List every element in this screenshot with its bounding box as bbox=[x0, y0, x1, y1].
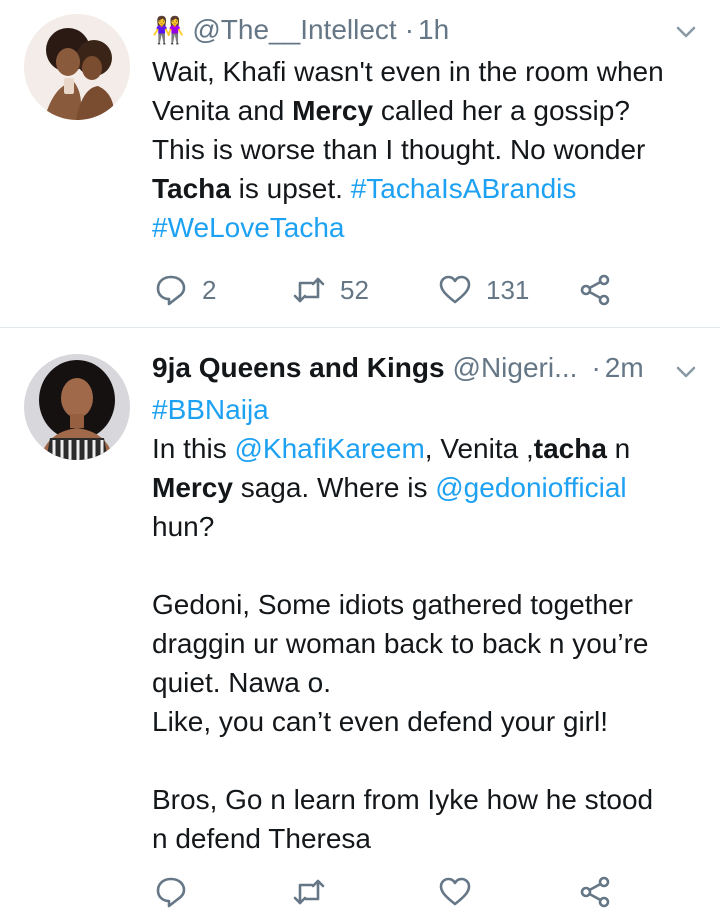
retweet-count: 52 bbox=[340, 274, 369, 305]
like-button[interactable] bbox=[438, 872, 472, 912]
tweet-text-segment: In this bbox=[152, 433, 227, 464]
avatar[interactable] bbox=[24, 14, 130, 120]
reply-icon bbox=[156, 877, 186, 908]
reply-button[interactable]: 2 bbox=[154, 270, 216, 310]
hashtag-link[interactable]: #WeLoveTacha bbox=[152, 212, 345, 243]
separator-dot: · bbox=[404, 14, 415, 45]
reply-button[interactable] bbox=[154, 872, 188, 912]
user-handle[interactable]: @Nigeri... bbox=[453, 352, 578, 384]
mention-link[interactable]: @KhafiKareem bbox=[234, 433, 424, 464]
bold-text: Mercy bbox=[292, 95, 374, 126]
tweet-header: 👭 @The__Intellect · 1h bbox=[152, 10, 700, 50]
heart-icon bbox=[439, 275, 471, 304]
chevron-down-icon[interactable] bbox=[672, 358, 700, 386]
like-button[interactable]: 131 bbox=[438, 270, 529, 310]
avatar-image bbox=[24, 14, 130, 120]
hashtag-link[interactable]: #BBNaija bbox=[152, 394, 269, 425]
mention-link[interactable]: @gedoniofficial bbox=[435, 472, 626, 503]
tweet-text-segment: hun? Gedoni, Some idiots gathered togeth… bbox=[152, 511, 654, 854]
people-emoji-icon: 👭 bbox=[152, 14, 185, 45]
reply-icon bbox=[156, 275, 186, 306]
bold-text: Tacha bbox=[152, 173, 231, 204]
tweet-actions: 2 52 131 bbox=[152, 270, 700, 310]
share-button[interactable] bbox=[578, 270, 612, 310]
bold-text: tacha bbox=[533, 433, 607, 464]
separator-dot: · bbox=[591, 352, 601, 383]
share-icon bbox=[580, 876, 610, 908]
tweet-header: 9ja Queens and Kings @Nigeri... · 2m bbox=[152, 348, 700, 388]
display-name[interactable]: 9ja Queens and Kings bbox=[152, 352, 445, 384]
retweet-icon bbox=[293, 879, 325, 905]
user-handle[interactable]: @The__Intellect bbox=[192, 14, 396, 46]
retweet-button[interactable]: 52 bbox=[292, 270, 369, 310]
avatar-image bbox=[24, 354, 130, 460]
timestamp[interactable]: 2m bbox=[605, 352, 644, 384]
hashtag-link[interactable]: #TachaIsABrandis bbox=[351, 173, 577, 204]
chevron-down-icon[interactable] bbox=[672, 18, 700, 46]
retweet-icon bbox=[293, 277, 325, 303]
tweet-text-segment: n bbox=[614, 433, 631, 464]
share-icon bbox=[580, 274, 610, 306]
reply-count: 2 bbox=[202, 274, 217, 305]
tweet-text-segment: is upset. bbox=[230, 173, 351, 204]
timestamp[interactable]: 1h bbox=[418, 14, 449, 46]
heart-icon bbox=[439, 877, 471, 906]
tweet-text: Wait, Khafi wasn't even in the room when… bbox=[152, 52, 700, 247]
like-count: 131 bbox=[486, 274, 530, 305]
tweet-text-segment: saga. Where is bbox=[232, 472, 436, 503]
tweet-text: #BBNaija In this @KhafiKareem, Venita ,t… bbox=[152, 390, 700, 858]
avatar[interactable] bbox=[24, 354, 130, 460]
share-button[interactable] bbox=[578, 872, 612, 912]
tweet-text-segment: , Venita , bbox=[424, 433, 534, 464]
retweet-button[interactable] bbox=[292, 872, 326, 912]
tweet-2[interactable]: 9ja Queens and Kings @Nigeri... · 2m #BB… bbox=[0, 328, 720, 916]
tweet-actions bbox=[152, 872, 700, 912]
tweet-1[interactable]: 👭 @The__Intellect · 1h Wait, Khafi wasn'… bbox=[0, 0, 720, 327]
bold-text: Mercy bbox=[152, 472, 233, 503]
